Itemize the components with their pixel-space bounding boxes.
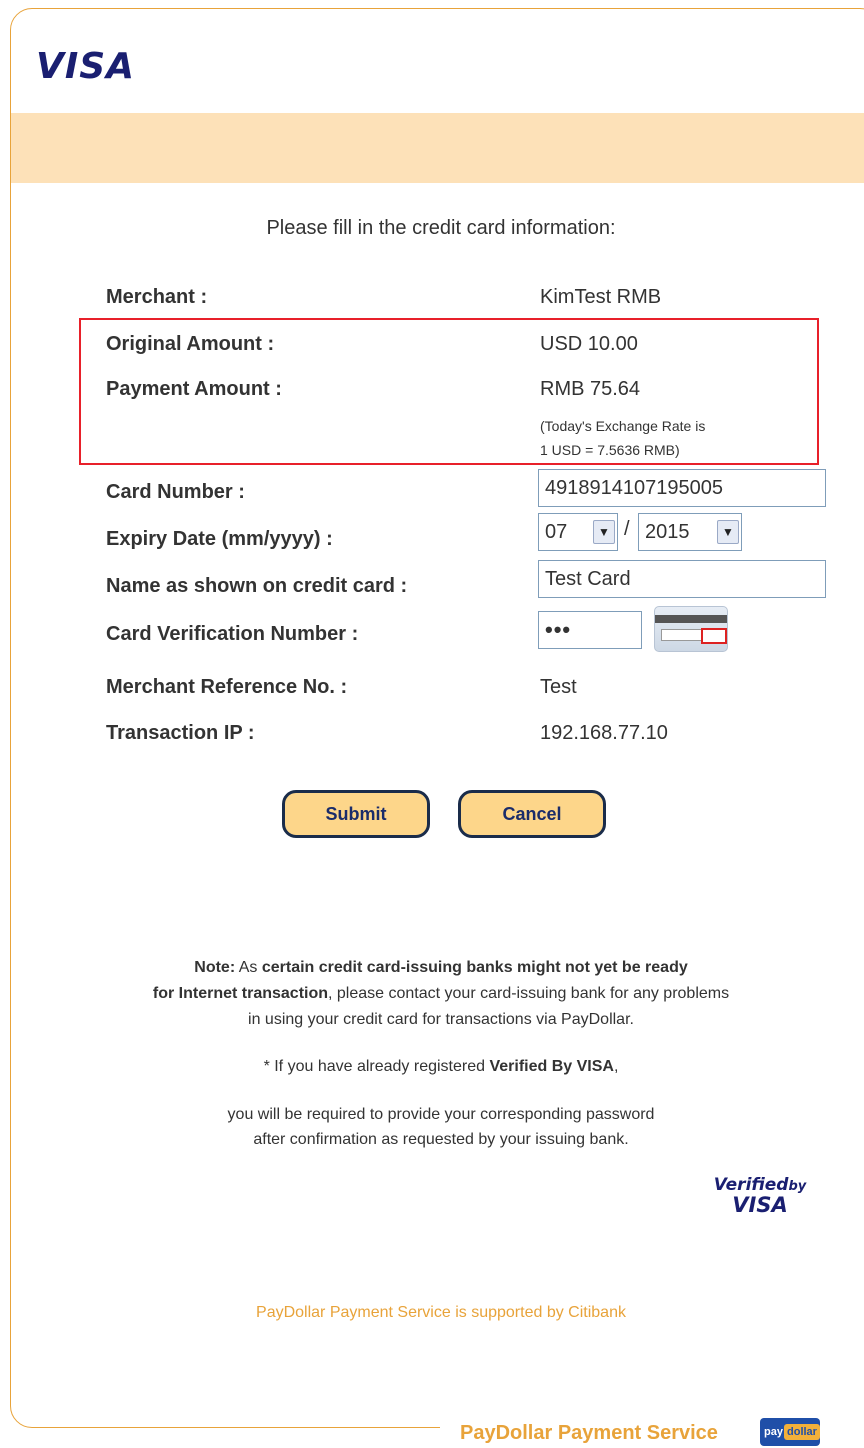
expiry-separator: / [624,518,630,540]
expiry-month-select[interactable]: 07 ▼ [538,513,618,551]
cvv-label: Card Verification Number : [106,623,359,645]
card-name-input[interactable]: Test Card [538,560,826,598]
original-amount-value: USD 10.00 [540,333,638,355]
note-line1: Note: As certain credit card-issuing ban… [0,955,864,981]
merchant-ref-label: Merchant Reference No. : [106,676,348,698]
visa-logo: VISA [36,46,136,87]
note-line2: for Internet transaction, please contact… [0,981,864,1007]
payment-amount-label: Payment Amount : [106,378,282,400]
note-line3: in using your credit card for transactio… [248,1011,634,1028]
citibank-support-text: PayDollar Payment Service is supported b… [256,1304,626,1321]
note-lead: Note: [194,959,236,976]
verified-by-visa-logo: Verifiedby VISA [700,1175,820,1217]
paydollar-logo: pay dollar [760,1418,820,1446]
card-back-cvv-icon [654,606,728,652]
chevron-down-icon[interactable]: ▼ [593,520,615,544]
cancel-button[interactable]: Cancel [458,790,606,838]
vbv-bold: Verified By VISA [489,1058,614,1075]
merchant-label: Merchant : [106,286,208,308]
vbv-logo-visa: VISA [732,1193,788,1217]
vbv-logo-by: by [788,1179,807,1194]
transaction-ip-value: 192.168.77.10 [540,722,668,744]
expiry-label: Expiry Date (mm/yyyy) : [106,528,333,550]
vbv-logo-verified: Verified [713,1175,789,1195]
exchange-rate-line2: 1 USD = 7.5636 RMB) [540,442,680,458]
requirement-line2: after confirmation as requested by your … [253,1131,629,1148]
expiry-year-select[interactable]: 2015 ▼ [638,513,742,551]
card-number-input[interactable]: 4918914107195005 [538,469,826,507]
instruction-text: Please fill in the credit card informati… [266,217,616,239]
expiry-year-value: 2015 [645,521,690,543]
paydollar-logo-dollar: dollar [784,1424,820,1440]
requirement-line1: you will be required to provide your cor… [227,1106,655,1123]
expiry-month-value: 07 [545,521,568,543]
vbv-post: , [613,1058,619,1075]
note-bold2: for Internet transaction [152,985,329,1002]
chevron-down-icon[interactable]: ▼ [717,520,739,544]
cvv-input[interactable]: ••• [538,611,642,649]
original-amount-label: Original Amount : [106,333,275,355]
vbv-line: * If you have already registered Verifie… [0,1054,864,1080]
merchant-value: KimTest RMB [540,286,662,308]
paydollar-service-text: PayDollar Payment Service [458,1422,720,1445]
vbv-pre: * If you have already registered [263,1058,490,1075]
submit-button[interactable]: Submit [282,790,430,838]
header-band [11,113,864,183]
exchange-rate-line1: (Today's Exchange Rate is [540,418,706,434]
merchant-ref-value: Test [540,676,577,698]
transaction-ip-label: Transaction IP : [106,722,255,744]
card-name-label: Name as shown on credit card : [106,575,408,597]
payment-amount-value: RMB 75.64 [540,378,641,400]
note-bold1: certain credit card-issuing banks might … [261,959,688,976]
note-part2: , please contact your card-issuing bank … [328,985,730,1002]
note-part1: As [235,959,262,976]
paydollar-logo-pay: pay [764,1426,783,1438]
card-number-label: Card Number : [106,481,245,503]
